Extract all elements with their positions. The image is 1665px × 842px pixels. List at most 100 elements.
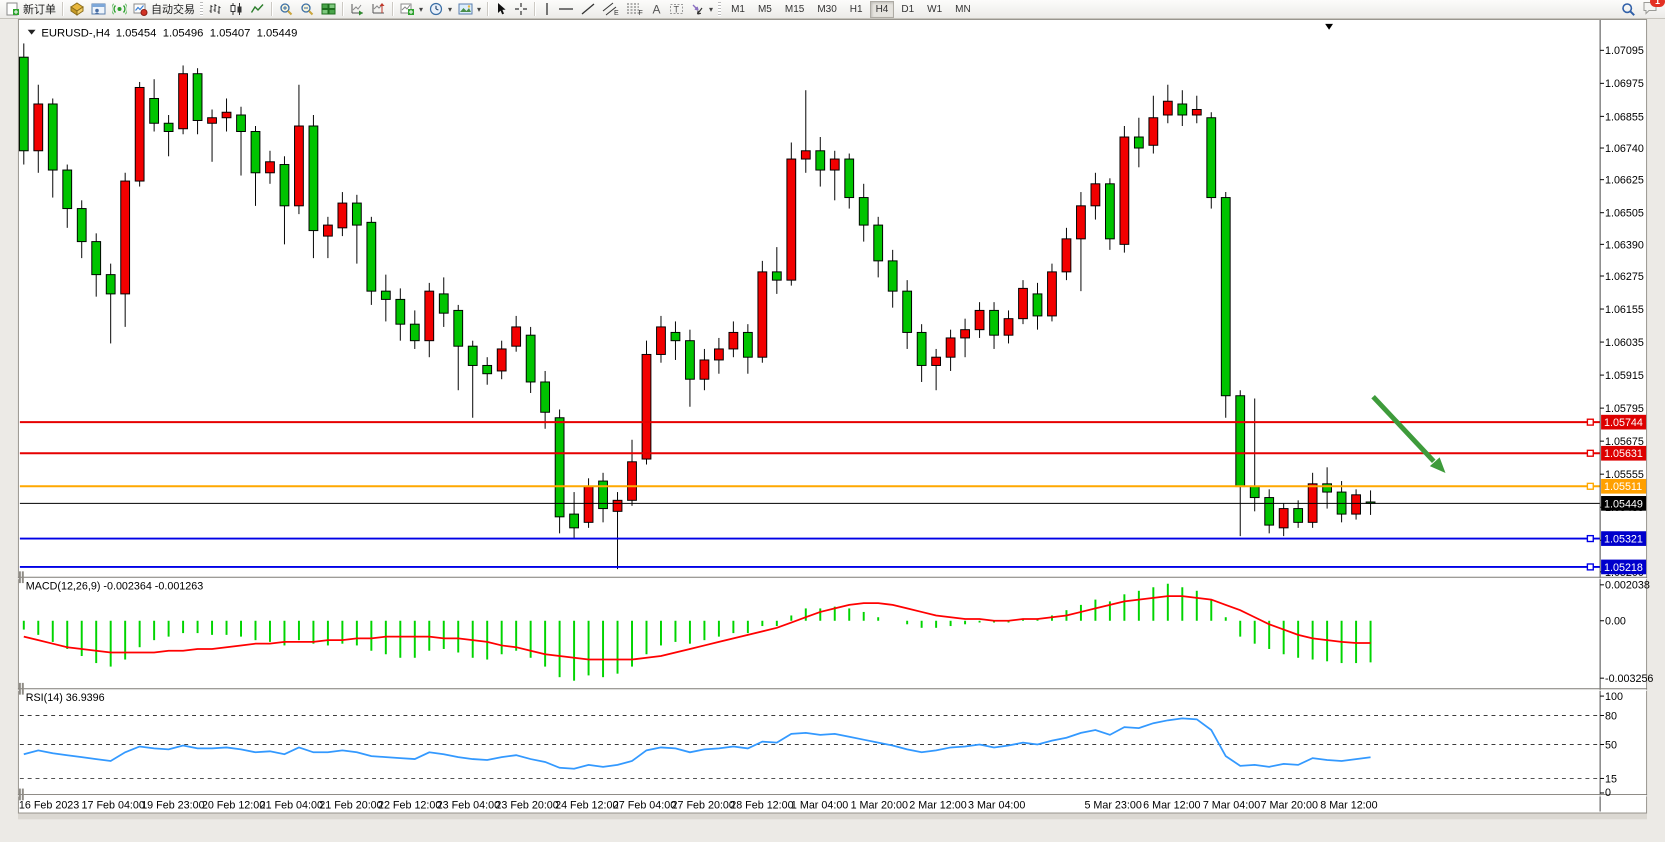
crosshair-icon [514, 2, 528, 16]
signals-button[interactable] [109, 1, 130, 17]
autotrade-button[interactable]: 自动交易 [130, 1, 198, 17]
candle-bullish [801, 151, 810, 159]
candle-bearish [541, 382, 550, 412]
new-order-button[interactable]: 新订单 [3, 1, 59, 17]
timeframe-M30[interactable]: M30 [811, 1, 842, 18]
line-handle-marker[interactable] [1587, 564, 1593, 570]
notifications-button[interactable]: 1 [1642, 0, 1658, 18]
timeframe-D1[interactable]: D1 [895, 1, 920, 18]
candle-bearish [671, 332, 680, 340]
arrows-objects-button[interactable]: ▾ [687, 1, 716, 17]
template-button[interactable]: ▾ [455, 1, 484, 17]
rsi-axis-label: 0 [1605, 787, 1611, 799]
candle-bullish [830, 159, 839, 170]
tile-windows-button[interactable] [318, 1, 339, 17]
time-tick-label: 1 Mar 04:00 [791, 800, 848, 812]
data-window-button[interactable] [88, 1, 109, 17]
line-handle-marker[interactable] [1587, 450, 1593, 456]
candle-bearish [555, 418, 564, 517]
text-label-button[interactable]: T [666, 1, 687, 17]
candle-bearish [483, 365, 492, 373]
candle-bullish [1120, 137, 1129, 244]
auto-scroll-button[interactable] [347, 1, 368, 17]
line-handle-marker[interactable] [1587, 483, 1593, 489]
separator-grip[interactable] [19, 789, 21, 801]
timeframe-M15[interactable]: M15 [779, 1, 810, 18]
add-indicator-button[interactable]: ▾ [397, 1, 426, 17]
vertical-line-button[interactable] [539, 1, 555, 17]
cursor-button[interactable] [492, 1, 511, 17]
time-axis[interactable]: 16 Feb 202317 Feb 04:0019 Feb 23:0020 Fe… [19, 800, 1378, 812]
candle-bullish [1004, 319, 1013, 336]
candle-bearish [903, 291, 912, 332]
candle-bearish [396, 299, 405, 324]
trendline-button[interactable] [577, 1, 599, 17]
price-label-text: 1.05449 [1604, 498, 1643, 510]
price-tick-label: 1.06855 [1605, 111, 1644, 123]
candle-bullish [338, 203, 347, 228]
timeframe-W1[interactable]: W1 [921, 1, 948, 18]
separator-grip[interactable] [19, 683, 21, 695]
svg-text:A: A [653, 3, 661, 17]
fibonacci-icon: F [626, 2, 644, 16]
time-tick-label: 23 Feb 20:00 [495, 800, 558, 812]
equidistant-channel-button[interactable]: E [599, 1, 623, 17]
period-button[interactable]: ▾ [426, 1, 455, 17]
candle-bearish [1221, 198, 1230, 396]
separator [487, 2, 489, 16]
candle-bearish [309, 126, 318, 231]
time-tick-label: 7 Mar 20:00 [1261, 800, 1318, 812]
price-tick-label: 1.05915 [1605, 370, 1644, 382]
time-tick-label: 7 Mar 04:00 [1203, 800, 1260, 812]
search-icon[interactable] [1621, 2, 1636, 17]
candle-bullish [179, 74, 188, 129]
crosshair-button[interactable] [511, 1, 531, 17]
time-tick-label: 20 Feb 12:00 [202, 800, 265, 812]
chart-shift-button[interactable] [368, 1, 389, 17]
price-tick-label: 1.06975 [1605, 78, 1644, 90]
main-toolbar: 新订单 自动交易 ▾ ▾ [0, 0, 1665, 19]
timeframe-H1[interactable]: H1 [844, 1, 869, 18]
candle-bullish [729, 332, 738, 349]
candle-bullish [946, 338, 955, 357]
candle-bearish [845, 159, 854, 198]
zoom-out-button[interactable] [297, 1, 318, 17]
timeframe-M1[interactable]: M1 [725, 1, 751, 18]
toolbar-grip [200, 2, 203, 16]
new-order-label: 新订单 [23, 1, 56, 17]
candlestick-chart-button[interactable] [226, 1, 247, 17]
line-handle-marker[interactable] [1587, 419, 1593, 425]
candle-bullish [787, 159, 796, 280]
candle-bearish [859, 198, 868, 226]
line-handle-marker[interactable] [1587, 536, 1593, 542]
chart-canvas[interactable]: 1.070951.069751.068551.067401.066251.065… [0, 19, 1665, 837]
separator-grip[interactable] [22, 683, 24, 695]
candle-bearish [686, 341, 695, 380]
chart-window[interactable]: 1.070951.069751.068551.067401.066251.065… [0, 19, 1665, 837]
candle-bearish [92, 242, 101, 275]
macd-axis-label: 0.002038 [1605, 580, 1650, 592]
candle-bullish [584, 487, 593, 523]
separator-grip[interactable] [19, 571, 21, 583]
price-label-text: 1.05321 [1604, 533, 1643, 545]
text-label-icon: T [669, 2, 684, 16]
macd-axis-label: 0.00 [1605, 616, 1626, 628]
candle-bearish [251, 132, 260, 173]
horizontal-line-button[interactable] [555, 1, 577, 17]
separator-grip[interactable] [22, 789, 24, 801]
fibonacci-button[interactable]: F [623, 1, 647, 17]
timeframe-H4[interactable]: H4 [870, 1, 895, 18]
bar-chart-button[interactable] [205, 1, 226, 17]
timeframe-M5[interactable]: M5 [752, 1, 778, 18]
market-watch-button[interactable] [67, 1, 88, 17]
text-button[interactable]: A [647, 1, 666, 17]
timeframe-MN[interactable]: MN [949, 1, 977, 18]
price-tick-label: 1.06035 [1605, 337, 1644, 349]
candle-bearish [1236, 396, 1245, 487]
separator-grip[interactable] [22, 571, 24, 583]
auto-scroll-icon [350, 2, 365, 16]
macd-axis-label: -0.003256 [1605, 673, 1653, 685]
line-chart-button[interactable] [247, 1, 268, 17]
candle-bearish [352, 203, 361, 225]
zoom-in-button[interactable] [276, 1, 297, 17]
